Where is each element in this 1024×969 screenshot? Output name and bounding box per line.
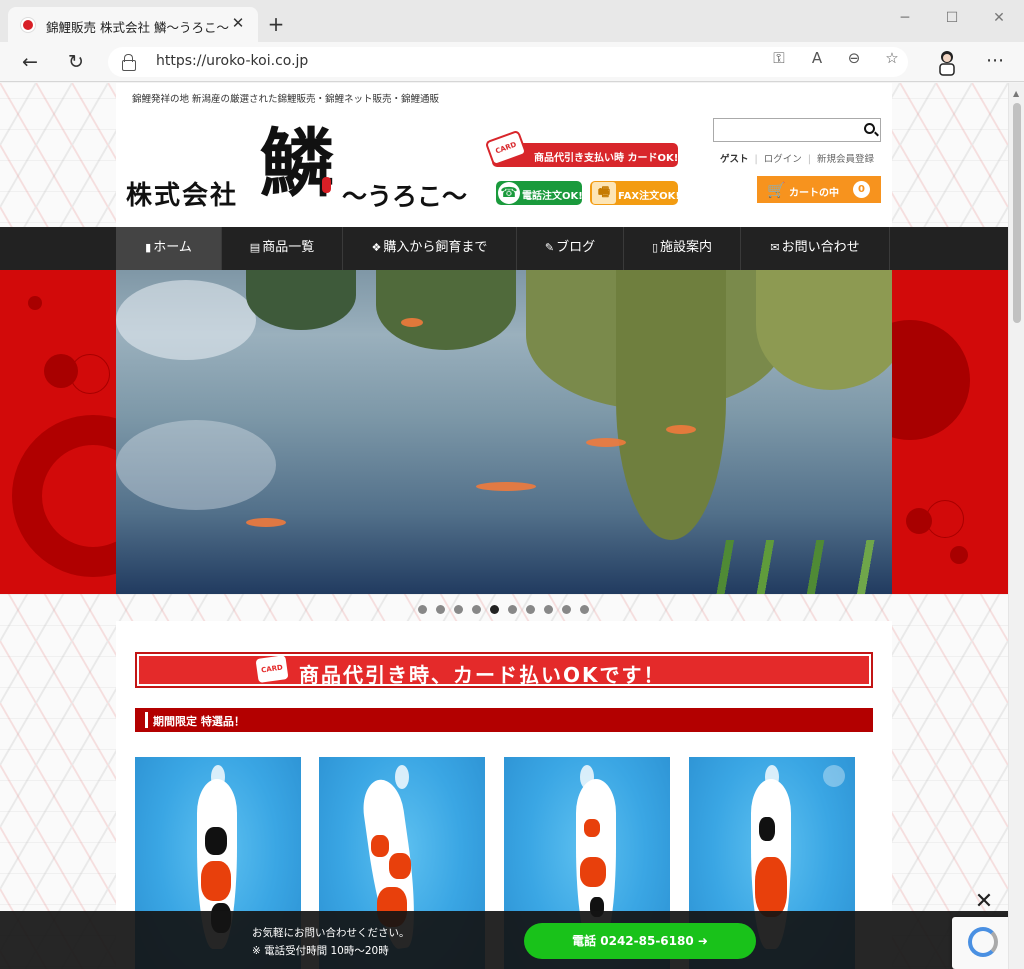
close-tab-icon[interactable]: ✕ — [228, 13, 248, 33]
refresh-icon[interactable]: ↻ — [62, 50, 90, 74]
slider-dot[interactable] — [418, 605, 427, 614]
mail-icon: ✉ — [770, 241, 780, 254]
global-nav: ▮ ホーム ▤ 商品一覧 ❖ 購入から飼育まで ✎ ブログ ▯ 施設案内 ✉ お問い合わせ — [0, 227, 1008, 270]
profile-icon[interactable] — [934, 48, 960, 76]
site-search-input[interactable] — [713, 118, 881, 142]
hero-slide-image[interactable] — [116, 270, 892, 594]
page-scrollbar[interactable]: ▲ — [1008, 83, 1024, 969]
browser-tab[interactable]: 錦鯉販売 株式会社 鱗～うろこ～ ✕ — [8, 7, 258, 42]
slider-dot[interactable] — [526, 605, 535, 614]
slider-dot[interactable] — [490, 605, 499, 614]
tab-title: 錦鯉販売 株式会社 鱗～うろこ～ — [46, 20, 229, 35]
fax-icon: 🖷 — [592, 182, 616, 204]
register-link[interactable]: 新規会員登録 — [817, 154, 874, 165]
address-bar-row: ← ↻ https://uroko-koi.co.jp ⚿ A ⊖ ☆ ⋯ — [0, 42, 1024, 82]
read-aloud-icon[interactable]: A — [806, 49, 828, 67]
contact-invite-text: お気軽にお問い合わせください。 — [252, 927, 410, 939]
nav-purchase-to-care[interactable]: ❖ 購入から飼育まで — [343, 227, 517, 270]
building-icon: ▯ — [651, 241, 659, 254]
window-close-icon[interactable]: ✕ — [984, 10, 1014, 26]
cart-count-badge: 0 — [853, 181, 870, 198]
browser-tab-bar: 錦鯉販売 株式会社 鱗～うろこ～ ✕ + ─ ☐ ✕ — [0, 0, 1024, 42]
nav-blog[interactable]: ✎ ブログ — [517, 227, 624, 270]
slider-dot[interactable] — [454, 605, 463, 614]
card-payment-banner[interactable]: CARD 商品代引き時、カード払いOKです！ — [135, 652, 873, 688]
lock-icon[interactable] — [122, 54, 136, 71]
maximize-icon[interactable]: ☐ — [937, 10, 967, 26]
call-phone-button[interactable]: 電話 0242-85-6180 ➜ — [524, 923, 756, 959]
tel-order-badge: ☎ 電話注文OK! — [496, 181, 583, 205]
slider-dot[interactable] — [544, 605, 553, 614]
site-favicon-icon — [20, 17, 36, 33]
nav-facilities[interactable]: ▯ 施設案内 — [624, 227, 741, 270]
zoom-icon[interactable] — [823, 765, 845, 787]
close-footer-icon[interactable]: ✕ — [972, 889, 996, 914]
list-icon: ▤ — [249, 241, 261, 254]
site-logo[interactable]: 株式会社 鱗 ～うろこ～ — [126, 127, 476, 217]
slider-dot[interactable] — [472, 605, 481, 614]
credit-card-icon: CARD — [255, 655, 289, 683]
nav-home[interactable]: ▮ ホーム — [116, 227, 222, 270]
section-heading: 期間限定 特選品！ — [135, 708, 873, 732]
logo-company: 株式会社 — [126, 181, 239, 211]
slider-dot[interactable] — [562, 605, 571, 614]
logo-reading: ～うろこ～ — [342, 182, 468, 211]
favorites-icon[interactable]: ☆ — [881, 49, 903, 67]
more-icon[interactable]: ⋯ — [984, 50, 1006, 71]
site-tagline: 錦鯉発祥の地 新潟産の厳選された錦鯉販売・錦鯉ネット販売・錦鯉通販 — [132, 94, 440, 105]
page-viewport: 錦鯉発祥の地 新潟産の厳選された錦鯉販売・錦鯉ネット販売・錦鯉通販 株式会社 鱗… — [0, 83, 1008, 969]
bookmark-icon: ▮ — [145, 241, 152, 254]
phone-icon: ☎ — [498, 182, 520, 204]
slider-dot[interactable] — [580, 605, 589, 614]
new-tab-icon[interactable]: + — [264, 13, 288, 37]
scrollbar-thumb[interactable] — [1013, 103, 1021, 323]
edit-icon: ✎ — [544, 241, 555, 254]
minimize-icon[interactable]: ─ — [890, 10, 920, 26]
key-icon[interactable]: ⚿ — [768, 49, 790, 67]
fax-order-badge: 🖷 FAX注文OK! — [590, 181, 680, 205]
cart-icon: 🛒 — [767, 181, 786, 199]
scroll-up-icon[interactable]: ▲ — [1013, 89, 1019, 98]
search-icon[interactable] — [864, 123, 875, 134]
credit-card-icon: CARD — [484, 129, 528, 167]
contact-footer-bar: お気軽にお問い合わせください。 ※ 電話受付時間 10時～20時 電話 0242… — [0, 911, 1008, 969]
nav-contact[interactable]: ✉ お問い合わせ — [741, 227, 890, 270]
cubes-icon: ❖ — [371, 241, 382, 254]
back-icon[interactable]: ← — [16, 50, 44, 74]
guest-label: ゲスト — [720, 154, 749, 165]
slider-dot[interactable] — [436, 605, 445, 614]
logo-red-mark — [322, 177, 331, 193]
url-text[interactable]: https://uroko-koi.co.jp — [156, 53, 308, 69]
site-header: 錦鯉発祥の地 新潟産の厳選された錦鯉販売・錦鯉ネット販売・錦鯉通販 株式会社 鱗… — [116, 83, 892, 227]
phone-hours-text: ※ 電話受付時間 10時～20時 — [252, 945, 389, 957]
nav-products[interactable]: ▤ 商品一覧 — [222, 227, 343, 270]
slider-dot[interactable] — [508, 605, 517, 614]
cart-button[interactable]: 🛒 カートの中 0 — [757, 176, 881, 203]
card-ok-badge: CARD 商品代引き支払い時 カードOK! — [484, 129, 678, 167]
account-links: ゲスト | ログイン | 新規会員登録 — [720, 154, 874, 165]
recaptcha-badge-icon[interactable] — [952, 917, 1008, 969]
login-link[interactable]: ログイン — [764, 154, 802, 165]
zoom-out-icon[interactable]: ⊖ — [843, 49, 865, 67]
